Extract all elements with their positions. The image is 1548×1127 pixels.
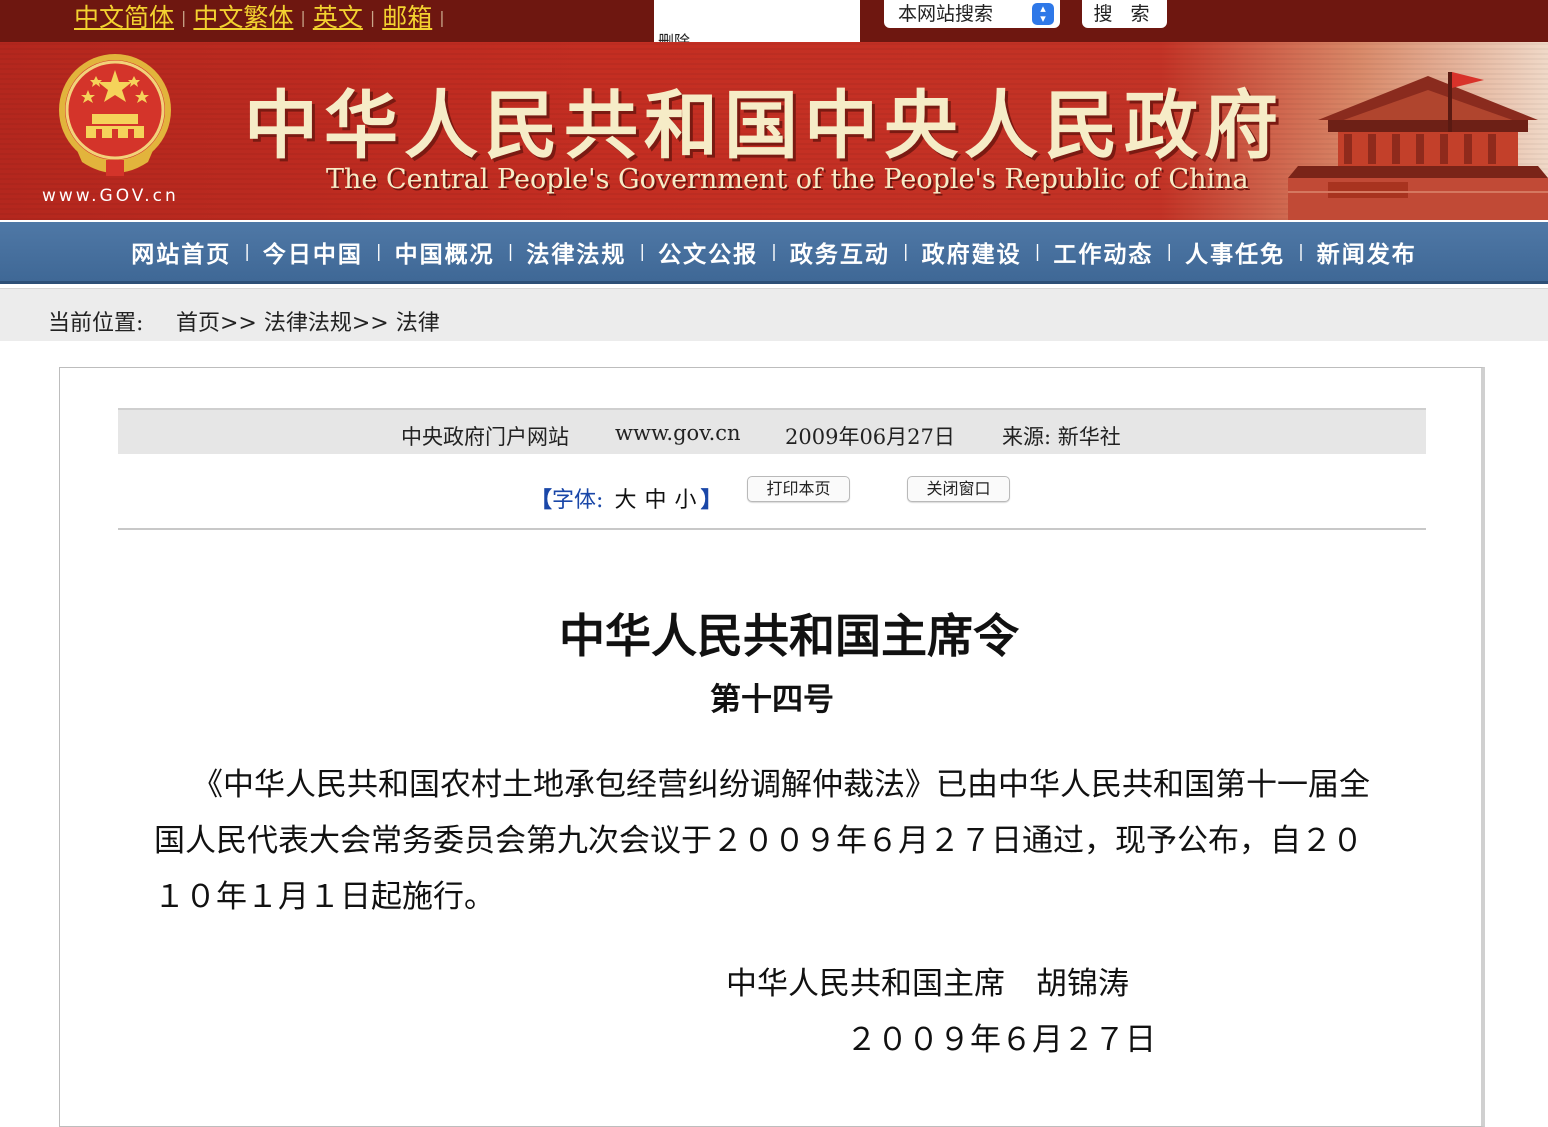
font-size-control: 【字体: 大中小】: [530, 482, 723, 514]
lang-separator: |: [181, 8, 187, 27]
select-stepper-icon: ▴ ▾: [1032, 3, 1054, 25]
nav-item-gazette[interactable]: 公文公报: [658, 235, 758, 269]
article-info-bar: 中央政府门户网站 www.gov.cn 2009年06月27日 来源: 新华社: [118, 408, 1426, 454]
info-url: www.gov.cn: [615, 421, 741, 445]
tiananmen-gate-image: [1288, 72, 1548, 220]
nav-item-interaction[interactable]: 政务互动: [790, 235, 890, 269]
lang-separator: |: [439, 8, 445, 27]
document-signatory: 中华人民共和国主席 胡锦涛: [726, 966, 1129, 1002]
national-emblem-icon: [59, 54, 171, 176]
language-links: 中文简体 | 中文繁体 | 英文 | 邮箱 |: [74, 2, 452, 34]
nav-item-personnel[interactable]: 人事任免: [1185, 235, 1285, 269]
nav-separator: |: [244, 241, 250, 262]
nav-separator: |: [1166, 241, 1173, 262]
font-size-large[interactable]: 大: [614, 488, 636, 513]
breadcrumb: 当前位置: 首页>> 法律法规>> 法律: [0, 288, 1548, 341]
site-title-chinese: 中华人民共和国中央人民政府: [244, 83, 1284, 169]
close-window-button[interactable]: 关闭窗口: [907, 476, 1010, 502]
lang-link-english[interactable]: 英文: [313, 2, 363, 34]
nav-separator: |: [771, 241, 777, 262]
document-sign-date: ２００９年６月２７日: [846, 1022, 1156, 1058]
font-label: 字体:: [552, 488, 604, 513]
lang-separator: |: [369, 8, 376, 27]
search-input-area[interactable]: 删除: [654, 0, 860, 42]
bracket-close: 】: [700, 487, 723, 513]
info-date: 2009年06月27日: [785, 425, 955, 449]
article-tools: 【字体: 大中小】 打印本页 关闭窗口: [0, 476, 1548, 516]
search-button[interactable]: 搜 索: [1082, 0, 1167, 28]
nav-separator: |: [902, 241, 909, 262]
nav-separator: |: [1034, 241, 1041, 262]
nav-separator: |: [1298, 241, 1304, 262]
lang-link-email[interactable]: 邮箱: [382, 2, 432, 34]
nav-item-china-overview[interactable]: 中国概况: [395, 235, 495, 269]
nav-item-laws[interactable]: 法律法规: [526, 235, 626, 269]
search-scope-select[interactable]: 本网站搜索 ▴ ▾: [884, 0, 1060, 28]
partial-text: 删除: [658, 32, 691, 42]
font-size-small[interactable]: 小: [674, 488, 696, 513]
nav-separator: |: [507, 241, 514, 262]
nav-separator: |: [375, 241, 382, 262]
site-url-text: www.GOV.cn: [42, 186, 179, 206]
breadcrumb-label: 当前位置:: [48, 311, 144, 336]
print-button[interactable]: 打印本页: [747, 476, 850, 502]
bracket-open: 【: [530, 487, 553, 513]
lang-link-traditional[interactable]: 中文繁体: [193, 2, 293, 34]
lang-separator: |: [300, 8, 306, 27]
main-navigation: 网站首页 | 今日中国 | 中国概况 | 法律法规 | 公文公报 | 政务互动 …: [0, 222, 1548, 284]
top-utility-bar: 中文简体 | 中文繁体 | 英文 | 邮箱 | 删除 本网站搜索 ▴ ▾ 搜 索: [0, 0, 1548, 42]
nav-item-work-news[interactable]: 工作动态: [1053, 235, 1153, 269]
site-title-english: The Central People's Government of the P…: [326, 164, 1249, 195]
document-title: 中华人民共和国主席令: [559, 609, 1019, 663]
nav-item-government[interactable]: 政府建设: [922, 235, 1022, 269]
lang-link-simplified[interactable]: 中文简体: [74, 2, 174, 34]
nav-item-today-china[interactable]: 今日中国: [263, 235, 363, 269]
info-portal: 中央政府门户网站: [401, 425, 569, 449]
info-source: 来源: 新华社: [1002, 425, 1121, 449]
document-number: 第十四号: [710, 682, 834, 718]
divider: [118, 528, 1426, 530]
nav-item-press[interactable]: 新闻发布: [1317, 235, 1417, 269]
document-body: 《中华人民共和国农村土地承包经营纠纷调解仲裁法》已由中华人民共和国第十一届全国人…: [154, 767, 1370, 915]
font-size-medium[interactable]: 中: [644, 488, 666, 513]
nav-item-home[interactable]: 网站首页: [131, 235, 231, 269]
search-scope-value: 本网站搜索: [898, 3, 994, 25]
nav-separator: |: [639, 241, 646, 262]
site-banner: www.GOV.cn 中华人民共和国中央人民政府 The Central Peo…: [0, 42, 1548, 220]
breadcrumb-path[interactable]: 首页>> 法律法规>> 法律: [176, 305, 440, 337]
